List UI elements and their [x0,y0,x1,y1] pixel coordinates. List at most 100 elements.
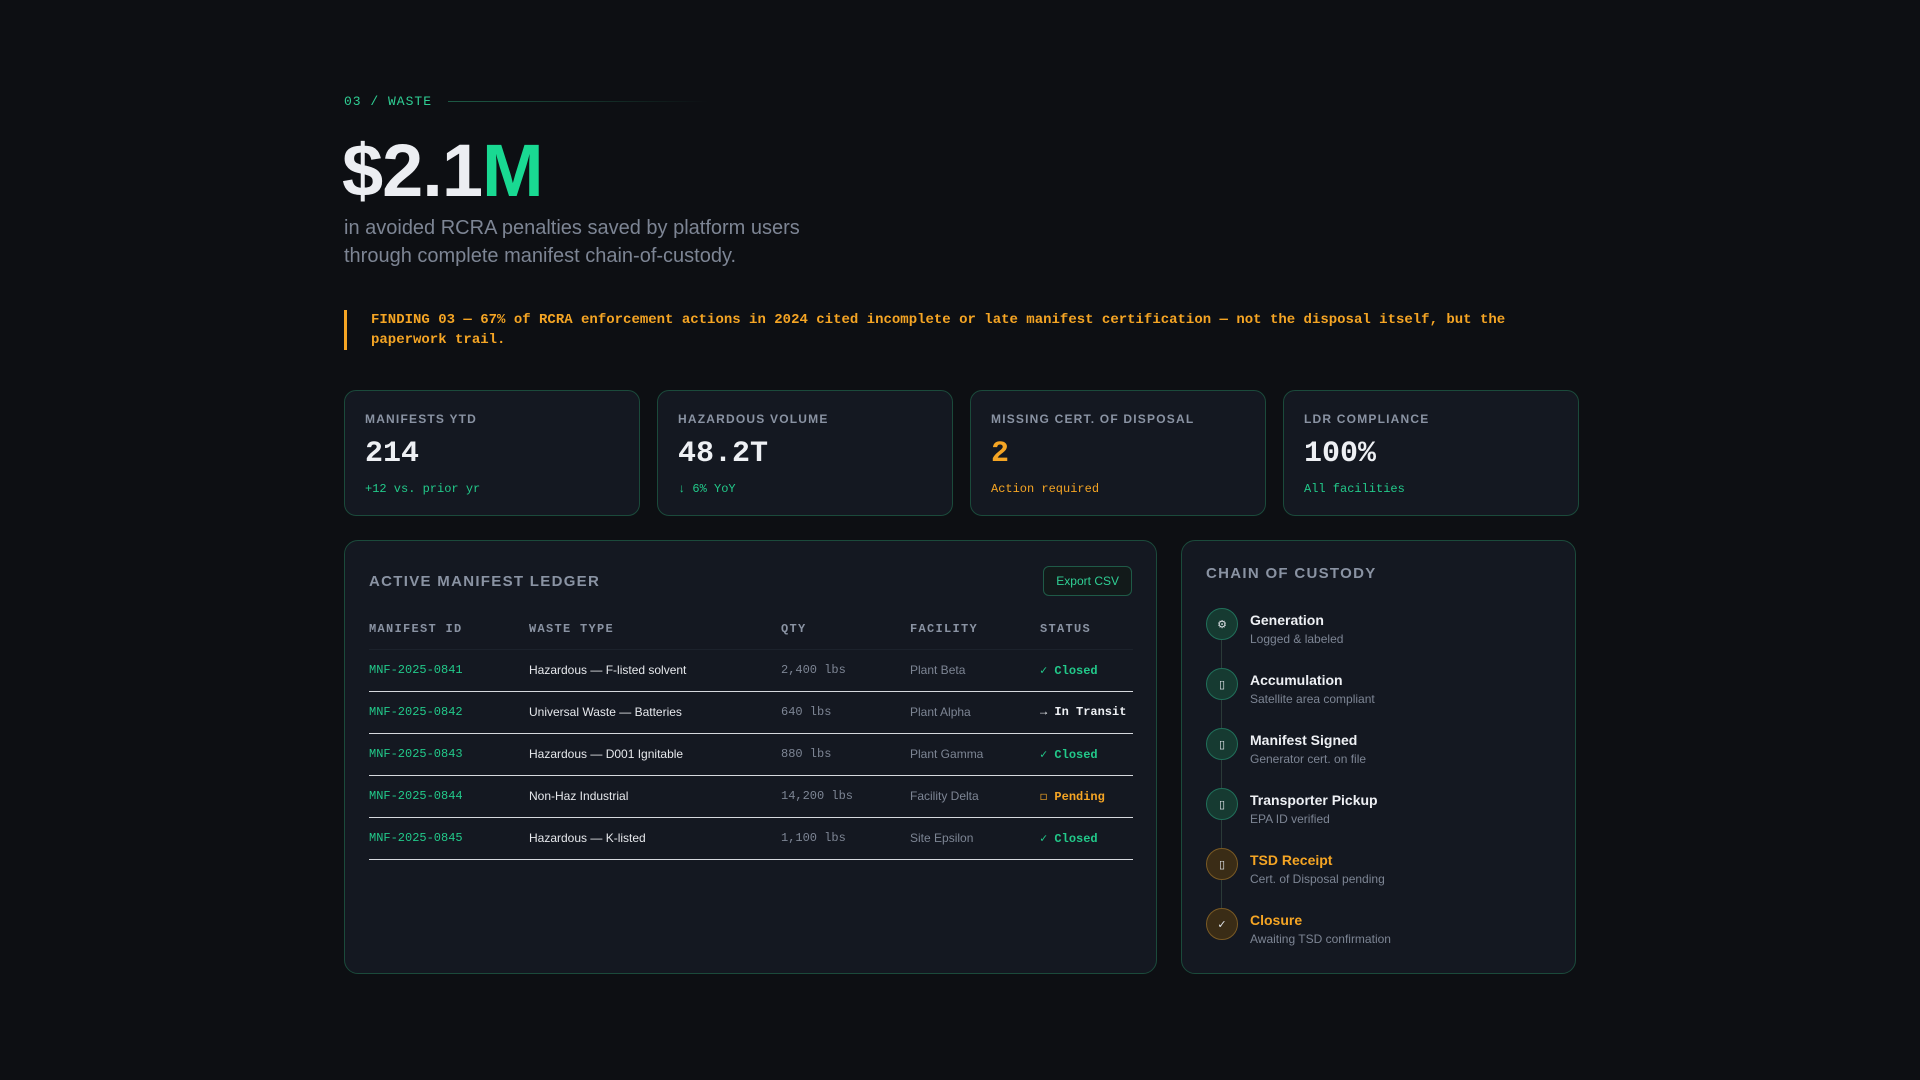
document-icon: ▯ [1206,728,1238,760]
custody-title: CHAIN OF CUSTODY [1206,565,1377,582]
custody-step-transporter-pickup: ▯ Transporter Pickup EPA ID verified [1206,788,1551,848]
box-icon: ▯ [1206,668,1238,700]
step-subtitle: Generator cert. on file [1250,752,1367,766]
stat-value: 48.2T [678,437,769,471]
step-subtitle: Logged & labeled [1250,632,1344,646]
facility: Plant Beta [910,649,1040,692]
step-title: TSD Receipt [1250,852,1333,868]
column-header-waste-type[interactable]: WASTE TYPE [529,609,781,650]
ledger-title: ACTIVE MANIFEST LEDGER [369,572,601,590]
table-row[interactable]: MNF-2025-0841 Hazardous — F-listed solve… [369,649,1133,692]
step-connector [1221,640,1222,668]
step-connector [1221,820,1222,848]
manifest-id[interactable]: MNF-2025-0844 [369,775,529,818]
manifest-ledger-panel: ACTIVE MANIFEST LEDGER Export CSV MANIFE… [344,540,1157,974]
step-title: Closure [1250,912,1303,928]
table-row[interactable]: MNF-2025-0845 Hazardous — K-listed 1,100… [369,817,1133,860]
check-icon: ✓ [1206,908,1238,940]
hero-value: $2.1M [342,128,544,214]
stat-card-ldr-compliance: LDR COMPLIANCE 100% All facilities [1283,390,1579,516]
stat-card-hazardous-volume: HAZARDOUS VOLUME 48.2T ↓ 6% YoY [657,390,953,516]
custody-steps: ⚙ Generation Logged & labeled ▯ Accumula… [1206,608,1551,968]
column-header-manifest-id[interactable]: MANIFEST ID [369,609,529,650]
hero-value-accent: M [482,129,544,212]
stat-label: MISSING CERT. OF DISPOSAL [991,412,1195,426]
step-subtitle: EPA ID verified [1250,812,1330,826]
manifest-id[interactable]: MNF-2025-0843 [369,733,529,776]
waste-type: Hazardous — F-listed solvent [529,649,781,692]
export-csv-button[interactable]: Export CSV [1043,566,1132,596]
status-badge: ◻ Pending [1040,775,1133,818]
quantity: 14,200 lbs [781,775,910,818]
facility: Plant Gamma [910,733,1040,776]
step-subtitle: Cert. of Disposal pending [1250,872,1385,886]
custody-step-manifest-signed: ▯ Manifest Signed Generator cert. on fil… [1206,728,1551,788]
column-header-status[interactable]: STATUS [1040,609,1133,650]
truck-icon: ▯ [1206,788,1238,820]
custody-step-accumulation: ▯ Accumulation Satellite area compliant [1206,668,1551,728]
stat-label: MANIFESTS YTD [365,412,478,426]
stat-label: LDR COMPLIANCE [1304,412,1430,426]
manifest-id[interactable]: MNF-2025-0845 [369,817,529,860]
hero-value-main: $2.1 [342,129,483,212]
step-connector [1221,880,1222,908]
stat-note: ↓ 6% YoY [678,482,736,496]
status-badge: ✓ Closed [1040,649,1133,692]
table-row[interactable]: MNF-2025-0843 Hazardous — D001 Ignitable… [369,733,1133,776]
stat-card-missing-cert: MISSING CERT. OF DISPOSAL 2 Action requi… [970,390,1266,516]
section-label: 03 / WASTE [344,94,433,109]
stat-value: 2 [991,437,1010,471]
finding-callout: FINDING 03 — 67% of RCRA enforcement act… [344,310,1576,350]
receipt-icon: ▯ [1206,848,1238,880]
stat-note: +12 vs. prior yr [365,482,481,496]
stat-label: HAZARDOUS VOLUME [678,412,829,426]
status-badge: ✓ Closed [1040,817,1133,860]
ledger-header: ACTIVE MANIFEST LEDGER Export CSV [369,565,1132,597]
stat-value: 100% [1304,437,1377,471]
manifest-id[interactable]: MNF-2025-0841 [369,649,529,692]
waste-type: Non-Haz Industrial [529,775,781,818]
step-title: Manifest Signed [1250,732,1358,748]
waste-type: Hazardous — K-listed [529,817,781,860]
column-header-qty[interactable]: QTY [781,609,910,650]
stat-card-manifests: MANIFESTS YTD 214 +12 vs. prior yr [344,390,640,516]
facility: Site Epsilon [910,817,1040,860]
quantity: 1,100 lbs [781,817,910,860]
custody-step-tsd-receipt: ▯ TSD Receipt Cert. of Disposal pending [1206,848,1551,908]
gear-icon: ⚙ [1206,608,1238,640]
column-header-facility[interactable]: FACILITY [910,609,1040,650]
table-row[interactable]: MNF-2025-0844 Non-Haz Industrial 14,200 … [369,775,1133,818]
chain-of-custody-panel: CHAIN OF CUSTODY ⚙ Generation Logged & l… [1181,540,1576,974]
custody-step-closure: ✓ Closure Awaiting TSD confirmation [1206,908,1551,968]
custody-step-generation: ⚙ Generation Logged & labeled [1206,608,1551,668]
stat-note: Action required [991,482,1100,496]
facility: Facility Delta [910,775,1040,818]
stat-cards: MANIFESTS YTD 214 +12 vs. prior yr HAZAR… [344,390,1579,516]
step-connector [1221,700,1222,728]
facility: Plant Alpha [910,691,1040,734]
manifest-id[interactable]: MNF-2025-0842 [369,691,529,734]
step-title: Generation [1250,612,1324,628]
quantity: 880 lbs [781,733,910,776]
manifest-table: MANIFEST ID WASTE TYPE QTY FACILITY STAT… [369,609,1133,860]
status-badge: ✓ Closed [1040,733,1133,776]
section-eyebrow: 03 / WASTE [344,94,709,109]
hero-subtitle: in avoided RCRA penalties saved by platf… [344,214,864,270]
hero-subtitle-line2: through complete manifest chain-of-custo… [344,245,737,267]
stat-note: All facilities [1304,482,1405,496]
step-subtitle: Satellite area compliant [1250,692,1375,706]
table-row[interactable]: MNF-2025-0842 Universal Waste — Batterie… [369,691,1133,734]
quantity: 2,400 lbs [781,649,910,692]
eyebrow-divider [448,101,709,102]
waste-type: Universal Waste — Batteries [529,691,781,734]
table-header-row: MANIFEST ID WASTE TYPE QTY FACILITY STAT… [369,609,1133,650]
stat-value: 214 [365,437,420,471]
step-title: Transporter Pickup [1250,792,1378,808]
status-badge: → In Transit [1040,691,1133,734]
step-connector [1221,760,1222,788]
hero-subtitle-line1: in avoided RCRA penalties saved by platf… [344,217,800,239]
waste-type: Hazardous — D001 Ignitable [529,733,781,776]
step-subtitle: Awaiting TSD confirmation [1250,932,1391,946]
step-title: Accumulation [1250,672,1343,688]
quantity: 640 lbs [781,691,910,734]
